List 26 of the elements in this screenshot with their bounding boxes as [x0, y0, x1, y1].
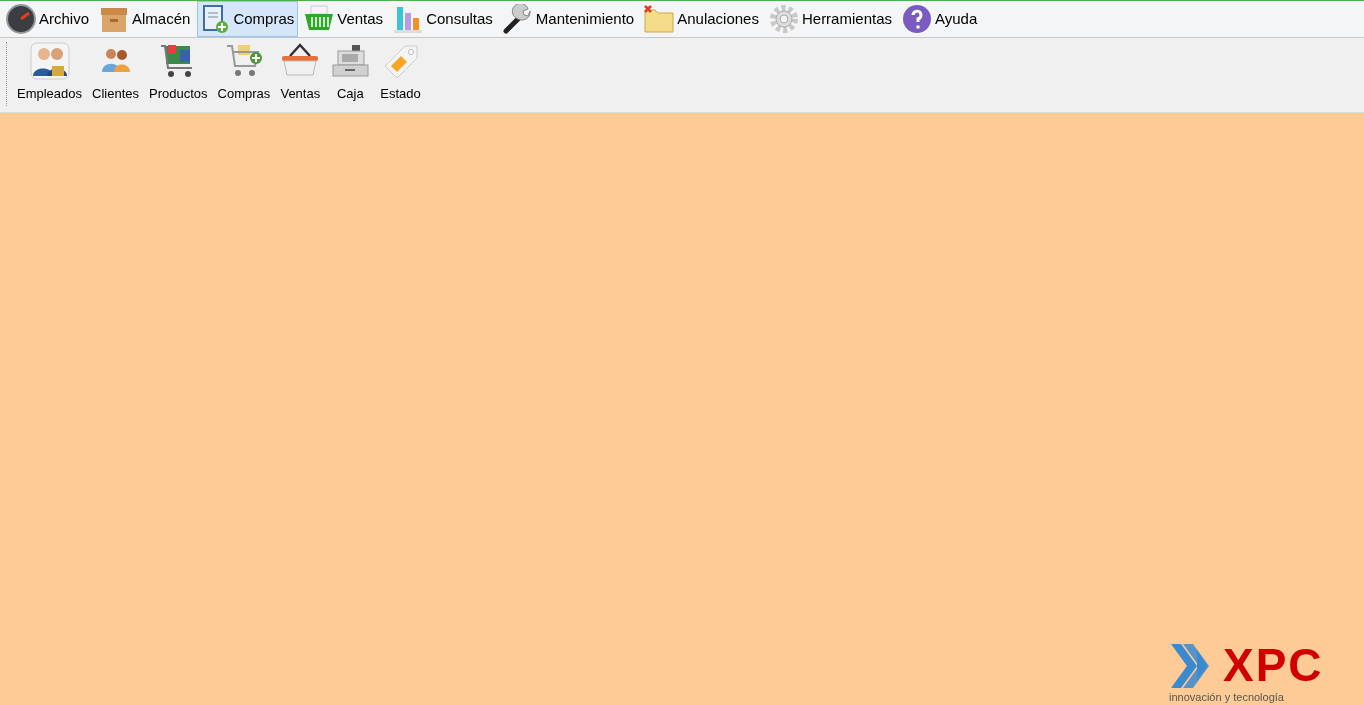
toolbar-button[interactable]: Productos [144, 42, 213, 104]
menu-item[interactable]: Compras [197, 1, 299, 37]
logo-tagline: innovación y tecnología [1169, 692, 1284, 703]
menu-item[interactable]: Consultas [390, 1, 497, 37]
logo-text: XPC [1223, 642, 1324, 688]
menu-item[interactable]: Ventas [301, 1, 388, 37]
menu-item[interactable]: Almacén [96, 1, 195, 37]
bar-chart-icon [392, 4, 425, 34]
wrench-icon [501, 4, 534, 34]
menu-item[interactable]: Archivo [3, 1, 94, 37]
toolbar-button[interactable]: Empleados [12, 42, 88, 104]
toolbar-button[interactable]: Clientes [87, 42, 144, 104]
toolbar-button[interactable]: Caja [325, 42, 376, 104]
folder-icon [643, 4, 676, 34]
help-icon [901, 4, 933, 34]
menu-item[interactable]: Anulaciones [641, 1, 763, 37]
users-lock-icon [29, 42, 70, 80]
menu-item[interactable]: Mantenimiento [499, 1, 639, 37]
gauge-icon [5, 4, 37, 34]
toolbar-button[interactable]: Compras [212, 42, 276, 104]
menu-item[interactable]: Herramientas [765, 1, 896, 37]
settings-icon [767, 4, 800, 34]
toolbar-button[interactable]: Ventas [275, 42, 326, 104]
cash-register-icon [330, 42, 371, 80]
menu-item[interactable]: Ayuda [899, 1, 982, 37]
toolbar-button[interactable]: Estado [375, 42, 426, 104]
